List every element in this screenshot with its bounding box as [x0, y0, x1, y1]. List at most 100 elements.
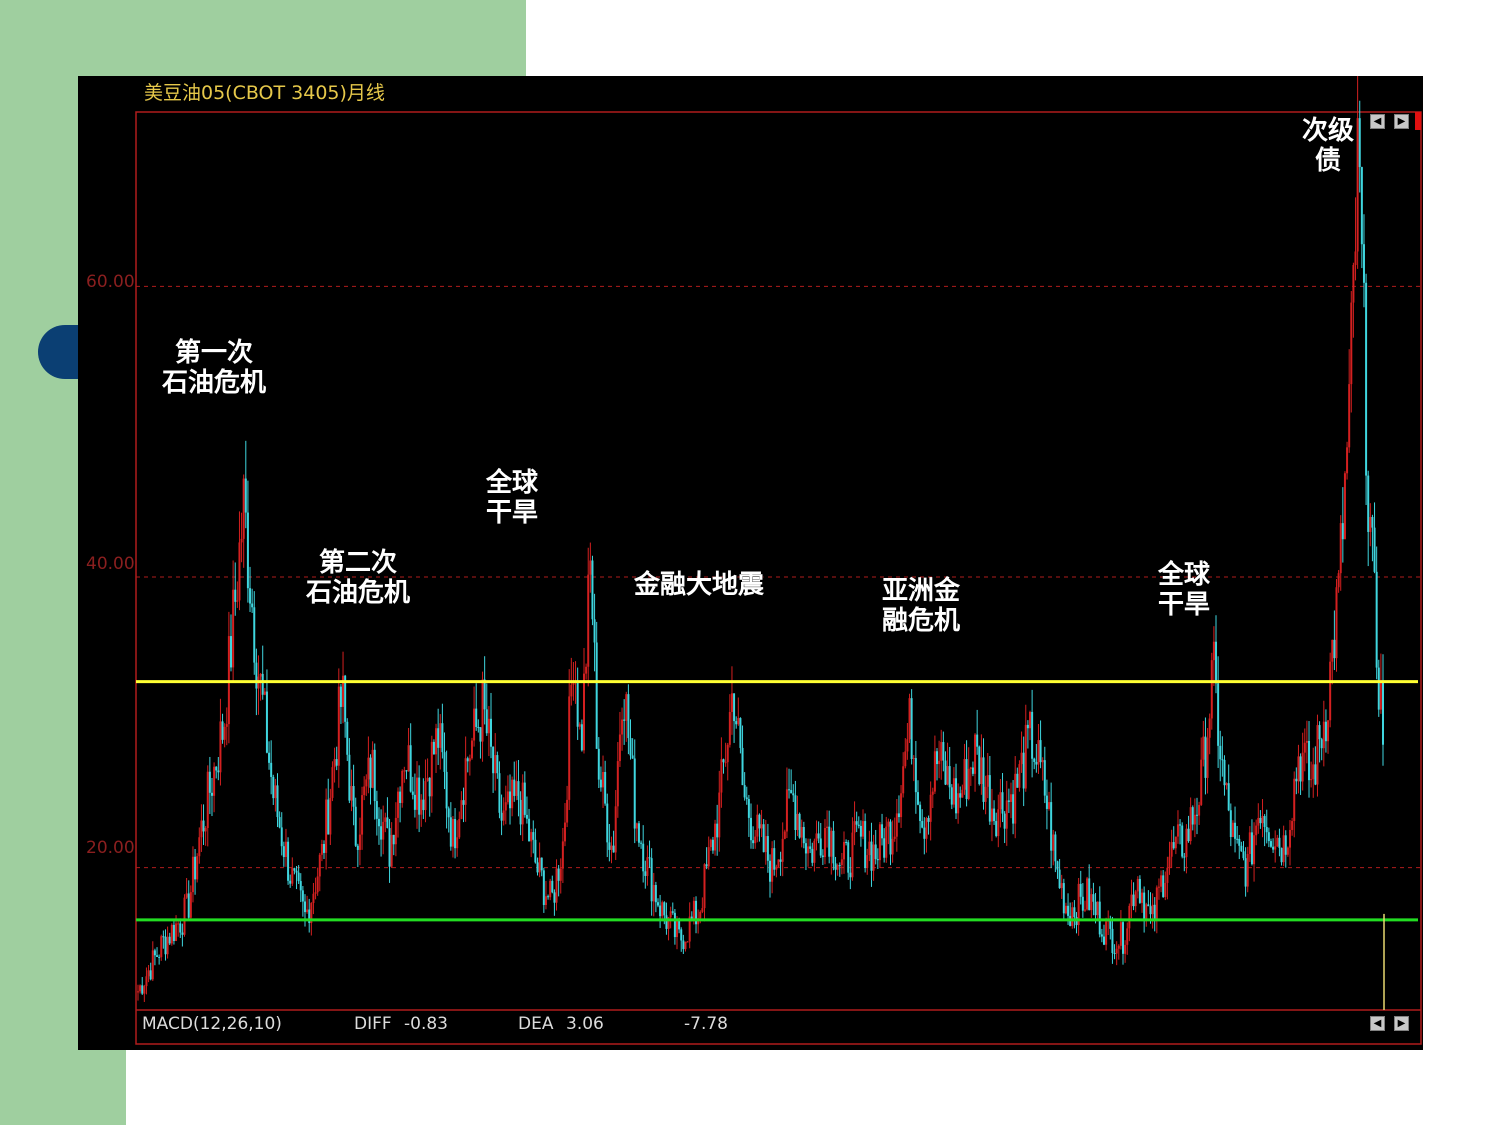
candle-body: [1113, 952, 1116, 954]
candle-body: [468, 758, 471, 762]
candle-body: [671, 911, 674, 913]
candle-body: [504, 802, 507, 811]
candle-body: [447, 808, 450, 818]
candle-body: [1259, 817, 1262, 824]
candle-body: [428, 777, 431, 797]
candle-body: [1183, 856, 1186, 858]
candle-body: [547, 896, 550, 898]
candle-body: [1033, 758, 1036, 762]
candle-body: [166, 936, 169, 955]
candle-body: [862, 821, 865, 837]
candle-body: [323, 844, 326, 853]
candle-body: [1269, 841, 1272, 847]
candle-body: [821, 855, 824, 858]
scroll-right-button-top[interactable]: ▶: [1394, 114, 1409, 129]
candle-body: [280, 827, 283, 847]
candle-body: [494, 755, 497, 774]
candle-body: [532, 832, 535, 840]
candle-body: [1229, 810, 1232, 837]
candle-body: [240, 538, 243, 543]
candle-body: [950, 787, 953, 805]
candle-body: [1024, 724, 1027, 789]
candle-body: [1301, 752, 1304, 782]
candle-body: [836, 865, 839, 870]
candle-body: [591, 560, 594, 620]
candle-body: [373, 749, 376, 802]
candle-body: [375, 801, 378, 819]
candle-body: [1149, 906, 1152, 915]
candle-body: [959, 793, 962, 798]
candle-body: [980, 757, 983, 785]
candle-body: [1020, 752, 1023, 765]
candle-body: [1195, 814, 1198, 816]
candle-body: [984, 786, 987, 802]
dea-value: 3.06: [566, 1014, 604, 1034]
candle-body: [1176, 824, 1179, 837]
candle-body: [914, 758, 917, 793]
candle-body: [811, 848, 814, 863]
candle-body: [1022, 752, 1025, 789]
candle-body: [1130, 894, 1133, 906]
candle-body: [536, 862, 539, 873]
candle-body: [242, 478, 245, 539]
candle-body: [420, 799, 423, 815]
candle-body: [735, 721, 738, 725]
candle-body: [764, 836, 767, 853]
candle-body: [183, 897, 186, 935]
candle-body: [354, 806, 357, 846]
scroll-right-button-macd[interactable]: ▶: [1394, 1016, 1409, 1031]
candle-body: [1299, 756, 1302, 782]
candle-body: [933, 751, 936, 792]
candle-body: [1333, 639, 1336, 659]
candle-body: [1375, 571, 1378, 668]
candle-body: [1073, 907, 1076, 918]
candle-body: [625, 694, 628, 721]
candle-body: [777, 859, 780, 867]
candle-body: [215, 766, 218, 771]
candle-body: [396, 791, 399, 818]
diff-label: DIFF: [354, 1014, 392, 1034]
candle-body: [196, 856, 199, 880]
candle-body: [944, 760, 947, 785]
candle-body: [232, 589, 235, 668]
candle-body: [380, 826, 383, 840]
candle-body: [1064, 905, 1067, 914]
candle-body: [485, 709, 488, 734]
scroll-left-button-macd[interactable]: ◀: [1370, 1016, 1385, 1031]
candle-body: [1291, 821, 1294, 830]
dea-label: DEA: [518, 1014, 554, 1034]
candle-body: [794, 795, 797, 831]
candle-body: [1225, 783, 1228, 786]
candle-body: [1191, 807, 1194, 825]
candle-body: [921, 821, 924, 828]
candle-body: [1132, 894, 1135, 907]
candle-body: [213, 766, 216, 796]
candle-body: [1267, 832, 1270, 842]
candle-body: [530, 832, 533, 842]
candle-body: [1007, 800, 1010, 802]
candle-body: [916, 792, 919, 805]
scroll-left-button-top[interactable]: ◀: [1370, 114, 1385, 129]
candle-body: [236, 600, 239, 602]
candle-body: [1151, 904, 1154, 915]
candle-body: [604, 772, 607, 804]
y-tick-label: 60.00: [86, 272, 135, 292]
candle-body: [301, 890, 304, 902]
candle-body: [741, 747, 744, 786]
candle-body: [676, 920, 679, 938]
candle-body: [1083, 909, 1086, 911]
candle-body: [346, 721, 349, 755]
candle-body: [1134, 891, 1137, 907]
candle-body: [320, 844, 323, 855]
candle-body: [997, 809, 1000, 837]
candle-body: [295, 870, 298, 873]
candle-body: [851, 832, 854, 878]
candle-body: [401, 770, 404, 803]
candle-body: [561, 841, 564, 869]
candle-body: [255, 662, 258, 689]
candle-body: [441, 723, 444, 753]
chart-window: 美豆油05(CBOT 3405)月线 60.00 40.00 20.00 第一次…: [78, 76, 1423, 1050]
annotation-asian-financial-crisis: 亚洲金 融危机: [882, 576, 961, 636]
candle-body: [1067, 905, 1070, 916]
candle-body: [149, 970, 152, 980]
